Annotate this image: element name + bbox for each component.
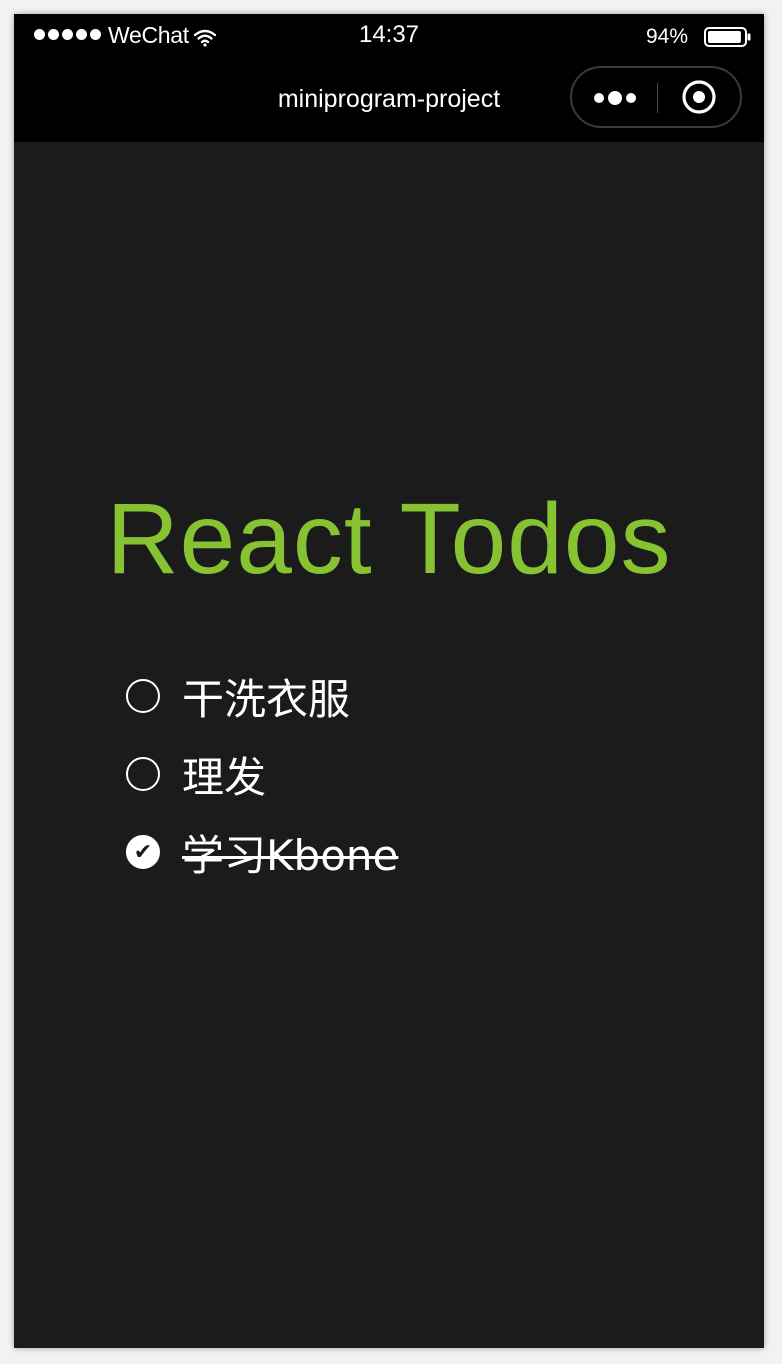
app-title: React Todos	[106, 483, 672, 595]
battery-icon	[704, 26, 751, 47]
app-content: React Todos 干洗衣服 理发 ✔ 学习Kbone	[14, 142, 764, 1348]
todo-checkbox[interactable]	[126, 757, 160, 791]
more-dots-icon[interactable]	[572, 68, 658, 126]
capsule-menu	[570, 66, 742, 128]
todo-item: ✔ 学习Kbone	[124, 813, 398, 891]
navigation-bar: miniprogram-project	[14, 56, 764, 142]
todo-list: 干洗衣服 理发 ✔ 学习Kbone	[124, 657, 398, 891]
todo-checkbox[interactable]	[126, 679, 160, 713]
todo-checkbox-checked[interactable]: ✔	[126, 835, 160, 869]
status-bar: WeChat 14:37 94%	[14, 14, 764, 56]
target-close-icon[interactable]	[658, 68, 740, 126]
todo-label[interactable]: 学习Kbone	[182, 822, 398, 883]
phone-screen: WeChat 14:37 94% miniprogram-project Rea…	[14, 14, 764, 1348]
todo-label[interactable]: 理发	[182, 744, 266, 805]
todo-item: 理发	[124, 735, 398, 813]
battery-percentage: 94%	[645, 25, 688, 48]
todo-item: 干洗衣服	[124, 657, 398, 735]
todo-label[interactable]: 干洗衣服	[182, 666, 350, 727]
